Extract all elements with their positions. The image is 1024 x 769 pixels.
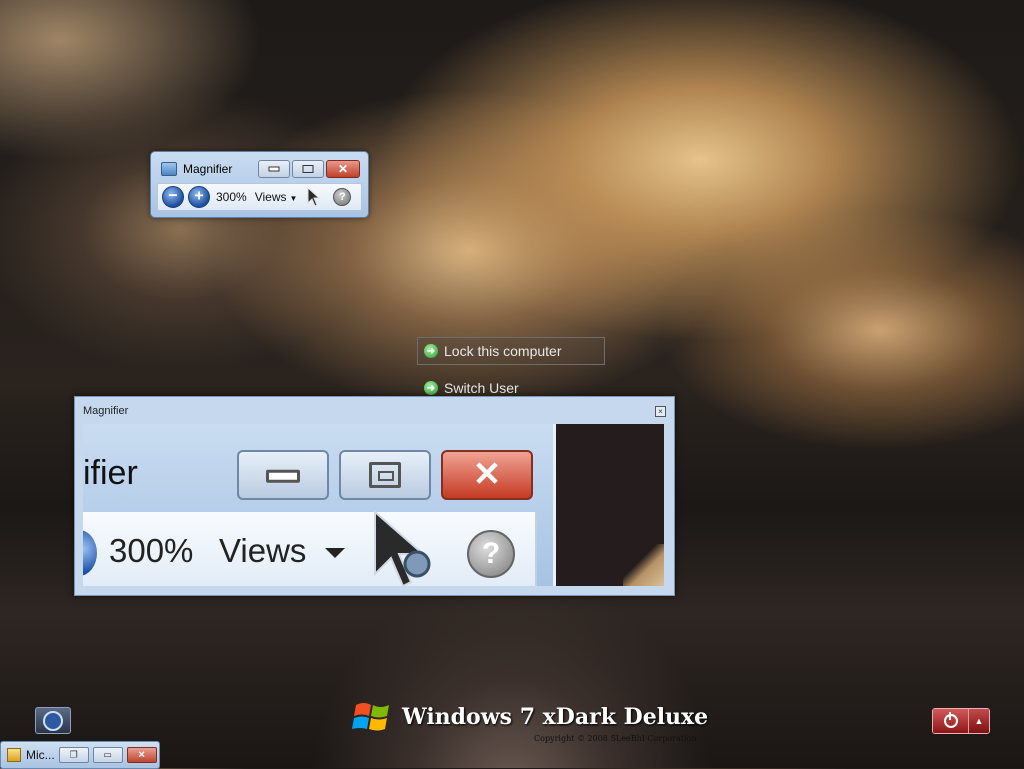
zoom-in-icon — [83, 530, 97, 576]
minimized-window[interactable]: Mic... ❐ ▭ ✕ — [0, 741, 160, 769]
magnified-view: ifier ✕ 300% Views ? — [83, 424, 664, 586]
minimize-icon — [266, 469, 300, 483]
views-label: Views — [254, 190, 287, 204]
minimize-icon — [268, 166, 280, 172]
zoom-out-icon: − — [168, 187, 178, 205]
windows-logo-icon — [352, 703, 389, 731]
close-button[interactable]: ✕ — [326, 160, 360, 178]
close-button[interactable]: ✕ — [126, 747, 157, 763]
magnified-views-label: Views — [219, 532, 307, 569]
app-icon — [7, 748, 21, 762]
lock-computer-item[interactable]: ➜ Lock this computer — [417, 337, 605, 365]
caption-buttons: ✕ — [258, 160, 360, 178]
chevron-down-icon — [325, 548, 345, 558]
magnified-close-button: ✕ — [441, 450, 533, 500]
arrow-right-icon: ➜ — [424, 381, 438, 395]
restore-icon: ❐ — [69, 749, 78, 760]
shutdown-button[interactable]: ▲ — [932, 708, 990, 734]
close-icon: ✕ — [337, 162, 349, 176]
zoom-in-button[interactable]: + — [188, 186, 210, 208]
magnified-zoom-level: 300% — [109, 532, 194, 569]
lens-close-button[interactable]: × — [655, 406, 666, 417]
ease-of-access-button[interactable] — [35, 707, 71, 734]
magnifier-toolbar: − + 300% Views ▼ ? — [157, 183, 362, 211]
zoom-out-button[interactable]: − — [162, 186, 184, 208]
chevron-up-icon: ▲ — [974, 716, 984, 726]
views-dropdown[interactable]: Views ▼ — [255, 190, 298, 204]
lock-computer-label: Lock this computer — [444, 343, 562, 359]
power-button[interactable] — [933, 709, 968, 733]
shutdown-options-button[interactable]: ▲ — [968, 709, 989, 733]
zoom-in-icon: + — [194, 187, 204, 205]
magnifier-title: Magnifier — [183, 162, 233, 176]
lens-title: Magnifier — [83, 405, 129, 417]
switch-user-item[interactable]: ➜ Switch User — [424, 380, 519, 396]
minimize-button[interactable] — [258, 160, 290, 178]
magnified-maximize-button — [339, 450, 431, 500]
help-icon: ? — [467, 530, 515, 578]
help-icon[interactable]: ? — [333, 188, 352, 206]
switch-user-label: Switch User — [444, 380, 519, 396]
close-icon: × — [658, 407, 663, 416]
magnifier-lens-window[interactable]: Magnifier × ifier ✕ 300% Views ? — [74, 396, 675, 596]
close-icon: ✕ — [472, 455, 502, 494]
magnifier-title-bar[interactable]: Magnifier — [161, 161, 232, 177]
cursor-icon — [307, 187, 321, 207]
magnifier-app-icon — [161, 162, 177, 176]
chevron-down-icon: ▼ — [289, 194, 298, 203]
magnified-wallpaper — [623, 544, 664, 586]
magnified-window: ifier ✕ 300% Views ? — [83, 424, 556, 586]
magnified-toolbar: 300% Views ? — [83, 509, 537, 586]
power-icon — [943, 712, 958, 728]
branding: Windows 7 xDark Deluxe — [352, 697, 708, 737]
maximize-button[interactable] — [292, 160, 324, 178]
maximize-icon: ▭ — [103, 749, 112, 760]
copyright-text: Copyright © 2008 SLeeBhI Corporation — [534, 734, 697, 743]
zoom-level: 300% — [216, 190, 247, 204]
magnifier-toolbar-window[interactable]: Magnifier ✕ − + 300% Views ▼ ? — [150, 151, 369, 218]
maximize-icon — [369, 462, 401, 488]
maximize-button[interactable]: ▭ — [92, 747, 123, 763]
magnified-caption-buttons: ✕ — [237, 450, 533, 500]
ease-of-access-icon — [43, 710, 63, 731]
magnified-minimize-button — [237, 450, 329, 500]
brand-text: Windows 7 xDark Deluxe — [402, 704, 709, 730]
restore-button[interactable]: ❐ — [58, 747, 89, 763]
maximize-icon — [302, 165, 314, 173]
arrow-right-icon: ➜ — [424, 344, 438, 358]
close-icon: ✕ — [137, 749, 146, 760]
magnified-title-fragment: ifier — [83, 454, 138, 492]
minimized-window-label: Mic... — [26, 748, 55, 762]
cursor-icon — [374, 509, 431, 586]
